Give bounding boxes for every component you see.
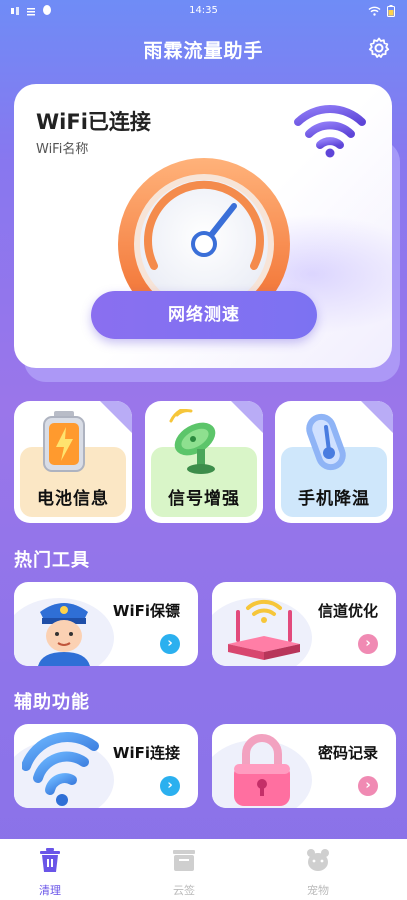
chevron-right-icon[interactable]: › bbox=[160, 634, 180, 654]
thermometer-icon bbox=[306, 413, 346, 471]
phone-cooling-tile[interactable]: 手机降温 bbox=[275, 401, 393, 523]
wifi-connect-card[interactable]: WiFi连接 › bbox=[14, 724, 198, 808]
tab-pet[interactable]: 宠物 bbox=[278, 847, 358, 898]
tab-clean[interactable]: 清理 bbox=[10, 847, 90, 898]
status-bar: 14:35 bbox=[0, 0, 407, 24]
wifi-connect-icon bbox=[22, 732, 99, 806]
tool-label: 信道优化 bbox=[317, 602, 378, 620]
battery-info-tile[interactable]: 电池信息 bbox=[14, 401, 132, 523]
settings-gear-icon[interactable] bbox=[367, 36, 391, 60]
speedometer-gauge-icon bbox=[118, 158, 290, 306]
tab-label: 宠物 bbox=[307, 884, 329, 897]
channel-optimize-card[interactable]: 信道优化 › bbox=[212, 582, 396, 666]
signal-boost-tile[interactable]: 信号增强 bbox=[145, 401, 263, 523]
wifi-icon bbox=[294, 105, 366, 158]
trash-bin-icon bbox=[40, 848, 60, 872]
pet-face-icon bbox=[307, 849, 329, 871]
status-time: 14:35 bbox=[189, 5, 218, 16]
bottom-tab-bar: 清理 云签 宠物 bbox=[0, 839, 407, 900]
battery-charging-icon bbox=[43, 411, 85, 472]
tile-corner-decoration bbox=[361, 401, 393, 433]
chevron-right-icon[interactable]: › bbox=[160, 776, 180, 796]
chevron-right-icon[interactable]: › bbox=[358, 776, 378, 796]
tile-corner-decoration bbox=[231, 401, 263, 433]
speed-test-button[interactable]: 网络测速 bbox=[91, 291, 317, 339]
app-title: 雨霖流量助手 bbox=[143, 40, 264, 62]
inbox-icon bbox=[173, 850, 195, 871]
tab-cloud-sign[interactable]: 云签 bbox=[144, 847, 224, 898]
tile-label: 信号增强 bbox=[168, 489, 240, 509]
tool-label: WiFi连接 bbox=[112, 744, 180, 762]
password-record-card[interactable]: 密码记录 › bbox=[212, 724, 396, 808]
connection-card: WiFi已连接 WiFi名称 网络测速 bbox=[14, 84, 392, 368]
chevron-right-icon[interactable]: › bbox=[358, 634, 378, 654]
tab-label: 云签 bbox=[173, 884, 195, 897]
status-right-icons bbox=[368, 5, 395, 17]
tool-label: WiFi保镖 bbox=[112, 602, 180, 620]
tab-label: 清理 bbox=[39, 884, 61, 897]
battery-icon bbox=[387, 5, 395, 17]
tool-label: 密码记录 bbox=[317, 744, 378, 762]
tile-label: 手机降温 bbox=[298, 489, 370, 509]
aux-tools-heading: 辅助功能 bbox=[14, 692, 90, 713]
padlock-icon bbox=[234, 734, 290, 806]
security-guard-icon bbox=[38, 603, 90, 666]
wifi-network-name: WiFi名称 bbox=[36, 142, 89, 157]
wifi-guard-card[interactable]: WiFi保镖 › bbox=[14, 582, 198, 666]
satellite-dish-icon bbox=[169, 409, 216, 474]
tile-label: 电池信息 bbox=[37, 489, 109, 509]
router-icon bbox=[228, 599, 300, 660]
wifi-signal-icon bbox=[368, 6, 381, 16]
tile-corner-decoration bbox=[100, 401, 132, 433]
hot-tools-heading: 热门工具 bbox=[14, 550, 90, 571]
wifi-status-text: WiFi已连接 bbox=[36, 110, 151, 134]
